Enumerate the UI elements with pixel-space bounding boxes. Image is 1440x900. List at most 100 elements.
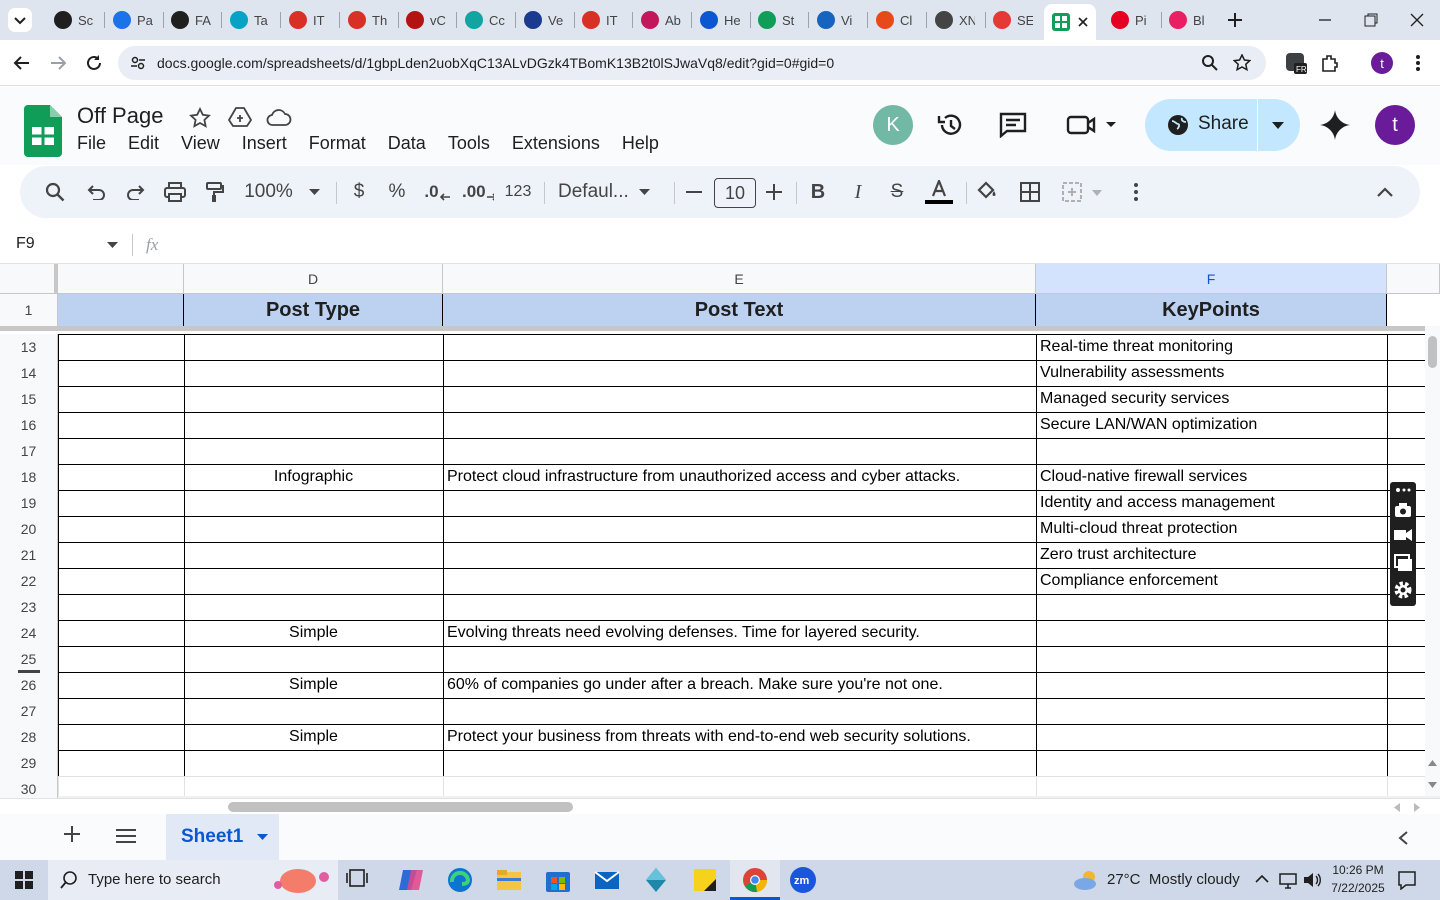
clock-time[interactable]: 10:26 PM bbox=[1332, 863, 1384, 877]
browser-tab[interactable]: Ve bbox=[516, 4, 573, 36]
search-menus-button[interactable] bbox=[42, 166, 68, 218]
keypoints-cell[interactable]: Vulnerability assessments bbox=[1036, 360, 1387, 386]
close-window-button[interactable] bbox=[1394, 0, 1440, 40]
browser-tab[interactable]: vC bbox=[398, 4, 455, 36]
browser-tab[interactable]: IT bbox=[281, 4, 338, 36]
video-record-icon[interactable] bbox=[1394, 528, 1412, 542]
keypoints-cell[interactable] bbox=[1036, 620, 1387, 646]
row-header[interactable]: 16 bbox=[0, 412, 58, 438]
strikethrough-button[interactable]: S bbox=[886, 166, 908, 218]
empty-cell[interactable] bbox=[58, 386, 184, 412]
row-header[interactable]: 15 bbox=[0, 386, 58, 412]
post-text-cell[interactable] bbox=[443, 412, 1036, 438]
horizontal-scroll-thumb[interactable] bbox=[228, 802, 573, 812]
menu-data[interactable]: Data bbox=[388, 133, 426, 154]
horizontal-scrollbar[interactable] bbox=[0, 798, 1440, 814]
sheet-tab-sheet1[interactable]: Sheet1 bbox=[166, 814, 279, 860]
microsoft-store-icon[interactable] bbox=[544, 866, 572, 894]
collaborator-avatar[interactable]: K bbox=[873, 105, 913, 145]
meet-video-icon[interactable] bbox=[1066, 113, 1118, 137]
spreadsheet-grid[interactable]: D E F 1 Post Type Post Text KeyPoints 13… bbox=[0, 264, 1440, 798]
keypoints-cell[interactable]: Real-time threat monitoring bbox=[1036, 334, 1387, 360]
post-text-cell[interactable] bbox=[443, 490, 1036, 516]
keypoints-cell[interactable] bbox=[1036, 438, 1387, 464]
post-type-cell[interactable] bbox=[184, 386, 443, 412]
cloud-saved-icon[interactable] bbox=[266, 107, 292, 127]
row-header[interactable]: 14 bbox=[0, 360, 58, 386]
keypoints-cell[interactable]: Cloud-native firewall services bbox=[1036, 464, 1387, 490]
empty-cell[interactable] bbox=[58, 490, 184, 516]
settings-gear-icon[interactable] bbox=[1393, 580, 1413, 600]
empty-cell[interactable] bbox=[58, 516, 184, 542]
start-button[interactable] bbox=[0, 860, 48, 900]
empty-cell[interactable] bbox=[58, 620, 184, 646]
header-post-text[interactable]: Post Text bbox=[443, 294, 1036, 326]
name-box[interactable]: F9 bbox=[16, 235, 35, 253]
browser-tab[interactable]: Pa bbox=[105, 4, 162, 36]
select-all-corner[interactable] bbox=[0, 264, 58, 294]
mail-app-icon[interactable] bbox=[593, 866, 621, 894]
keypoints-cell[interactable]: Managed security services bbox=[1036, 386, 1387, 412]
post-type-cell[interactable] bbox=[184, 568, 443, 594]
decrease-font-size-button[interactable] bbox=[684, 166, 704, 218]
zoom-app-icon[interactable]: zm bbox=[789, 866, 817, 894]
column-header-e[interactable]: E bbox=[443, 264, 1036, 294]
post-type-cell[interactable] bbox=[184, 438, 443, 464]
post-type-cell[interactable] bbox=[184, 594, 443, 620]
network-icon[interactable] bbox=[1278, 871, 1298, 889]
post-text-cell[interactable] bbox=[443, 698, 1036, 724]
keypoints-cell[interactable] bbox=[1036, 698, 1387, 724]
post-type-cell[interactable] bbox=[184, 646, 443, 672]
vertical-scrollbar[interactable] bbox=[1425, 326, 1440, 798]
redo-button[interactable] bbox=[122, 166, 148, 218]
browser-tab[interactable]: Vi bbox=[809, 4, 866, 36]
column-header-g[interactable] bbox=[1387, 264, 1440, 294]
post-text-cell[interactable] bbox=[443, 750, 1036, 776]
volume-icon[interactable] bbox=[1302, 871, 1322, 889]
keypoints-cell[interactable]: Multi-cloud threat protection bbox=[1036, 516, 1387, 542]
edge-app-icon[interactable] bbox=[446, 866, 474, 894]
menu-edit[interactable]: Edit bbox=[128, 133, 159, 154]
print-button[interactable] bbox=[162, 166, 188, 218]
empty-cell[interactable] bbox=[58, 646, 184, 672]
share-button[interactable]: Share bbox=[1145, 99, 1300, 151]
row-header[interactable]: 17 bbox=[0, 438, 58, 464]
forward-button[interactable] bbox=[44, 49, 72, 77]
row-header[interactable]: 29 bbox=[0, 750, 58, 776]
notification-center-icon[interactable] bbox=[1397, 870, 1417, 890]
browser-tab[interactable]: FA bbox=[163, 4, 220, 36]
italic-button[interactable]: I bbox=[848, 166, 868, 218]
browser-tab[interactable]: Th bbox=[340, 4, 397, 36]
address-bar[interactable]: docs.google.com/spreadsheets/d/1gbpLden2… bbox=[118, 46, 1266, 80]
font-size-input[interactable]: 10 bbox=[714, 178, 756, 208]
empty-cell[interactable] bbox=[58, 750, 184, 776]
undo-button[interactable] bbox=[84, 166, 110, 218]
currency-format-button[interactable]: $ bbox=[348, 166, 370, 218]
row-header[interactable]: 20 bbox=[0, 516, 58, 542]
post-type-cell[interactable] bbox=[184, 542, 443, 568]
menu-help[interactable]: Help bbox=[622, 133, 659, 154]
browser-tab[interactable]: Sc bbox=[46, 4, 103, 36]
browser-tab[interactable]: Cc bbox=[457, 4, 514, 36]
browser-tab[interactable]: SE bbox=[985, 4, 1042, 36]
post-text-cell[interactable] bbox=[443, 646, 1036, 672]
browser-tab[interactable]: He bbox=[692, 4, 749, 36]
post-text-cell[interactable] bbox=[443, 438, 1036, 464]
empty-cell[interactable] bbox=[58, 724, 184, 750]
post-text-cell[interactable] bbox=[443, 386, 1036, 412]
menu-format[interactable]: Format bbox=[309, 133, 366, 154]
borders-button[interactable] bbox=[1018, 166, 1042, 218]
empty-cell[interactable] bbox=[58, 594, 184, 620]
copilot-app-icon[interactable] bbox=[397, 866, 425, 894]
post-text-cell[interactable] bbox=[443, 594, 1036, 620]
camera-icon[interactable] bbox=[1394, 502, 1412, 518]
post-text-cell[interactable]: Evolving threats need evolving defenses.… bbox=[443, 620, 1036, 646]
row-header-1[interactable]: 1 bbox=[0, 294, 58, 326]
empty-cell[interactable] bbox=[58, 334, 184, 360]
extension-translate-button[interactable]: FR bbox=[1282, 49, 1310, 77]
back-button[interactable] bbox=[8, 49, 36, 77]
post-text-cell[interactable] bbox=[443, 334, 1036, 360]
browser-menu-button[interactable] bbox=[1404, 49, 1432, 77]
close-tab-icon[interactable] bbox=[1078, 17, 1088, 27]
empty-cell[interactable] bbox=[58, 698, 184, 724]
